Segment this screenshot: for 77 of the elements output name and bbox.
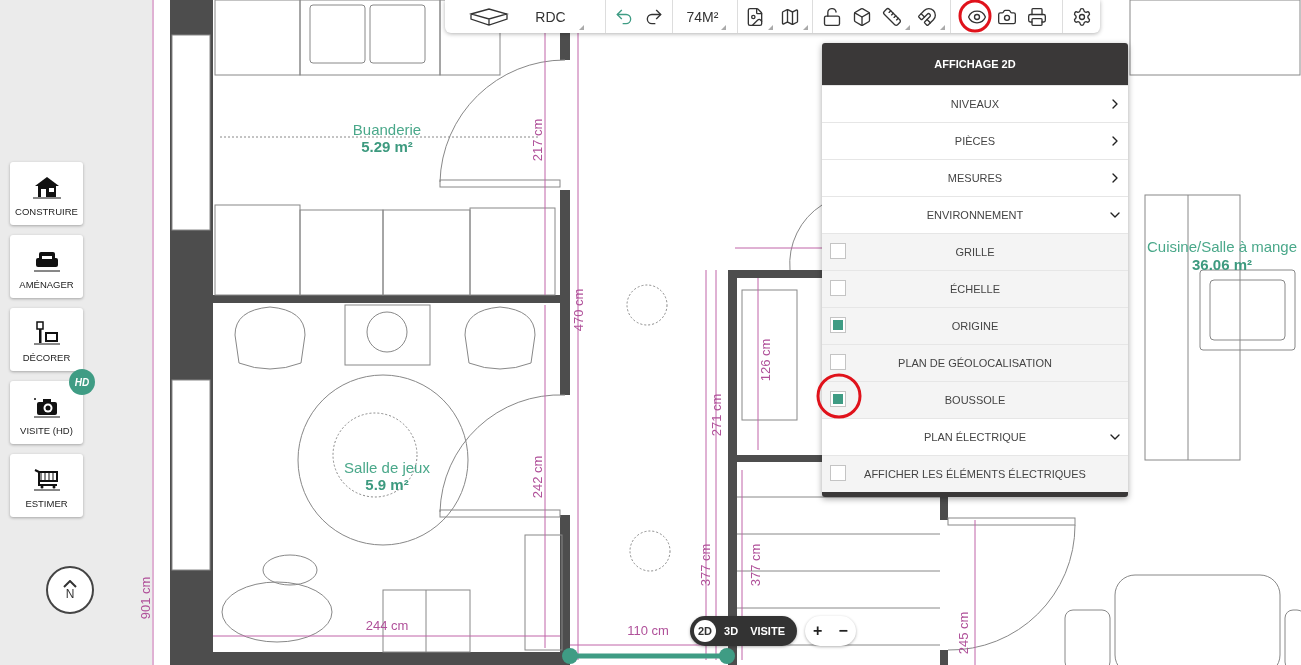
panel-row[interactable]: PLAN ÉLECTRIQUE bbox=[822, 418, 1128, 455]
area-button[interactable]: 74M² bbox=[683, 2, 727, 31]
room-name: Buanderie bbox=[352, 121, 422, 138]
panel-row[interactable]: PIÈCES bbox=[822, 122, 1128, 159]
row-label: NIVEAUX bbox=[950, 98, 1000, 110]
row-label: ÉCHELLE bbox=[949, 283, 1001, 295]
row-label: ENVIRONNEMENT bbox=[926, 209, 1024, 221]
room-name: Cuisine/Salle à mange bbox=[1146, 238, 1298, 255]
row-label: AFFICHER LES ÉLÉMENTS ÉLECTRIQUES bbox=[864, 468, 1086, 480]
settings-icon bbox=[1071, 6, 1092, 27]
dimension-label: 217 cm bbox=[529, 118, 545, 162]
dimension-label: 245 cm bbox=[955, 611, 971, 655]
ruler-icon bbox=[881, 6, 902, 27]
panel-row[interactable]: BOUSSOLE bbox=[822, 381, 1128, 418]
highlight-circle bbox=[815, 372, 863, 420]
printer-icon bbox=[1026, 6, 1047, 27]
dimension-label: 901 cm bbox=[137, 576, 153, 620]
corner-triangle-icon bbox=[904, 24, 910, 30]
sidebar-button[interactable]: AMÉNAGER bbox=[10, 235, 83, 298]
row-label: PLAN DE GÉOLOCALISATION bbox=[898, 357, 1052, 369]
row-label: ORIGINE bbox=[951, 320, 999, 332]
level-button[interactable]: RDC bbox=[466, 2, 584, 31]
zoom-out-button[interactable]: − bbox=[835, 622, 851, 640]
panel-title: AFFICHAGE 2D bbox=[822, 43, 1128, 85]
document-icon bbox=[745, 6, 765, 27]
house-icon bbox=[30, 174, 63, 200]
sidebar-button[interactable]: ESTIMER bbox=[10, 454, 83, 517]
corner-triangle-icon bbox=[578, 24, 584, 30]
panel-row[interactable]: ORIGINE bbox=[822, 307, 1128, 344]
row-label: MESURES bbox=[947, 172, 1003, 184]
zoom-in-button[interactable]: + bbox=[810, 622, 826, 640]
row-label: GRILLE bbox=[955, 246, 995, 258]
dimension-label: 244 cm bbox=[365, 617, 409, 633]
view-tab[interactable]: 2D bbox=[694, 620, 717, 642]
dimension-label: 377 cm bbox=[697, 543, 713, 587]
checkbox[interactable] bbox=[830, 317, 846, 333]
dimension-label: 110 cm bbox=[627, 622, 669, 638]
cube-icon bbox=[851, 6, 872, 27]
compass-label: N bbox=[65, 588, 75, 600]
dimension-label: 470 cm bbox=[570, 288, 586, 332]
checkbox[interactable] bbox=[830, 465, 846, 481]
panel-row[interactable]: AFFICHER LES ÉLÉMENTS ÉLECTRIQUES bbox=[822, 455, 1128, 492]
room-area: 5.9 m² bbox=[365, 476, 409, 493]
sidebar-button[interactable]: DÉCORER bbox=[10, 308, 83, 371]
corner-triangle-icon bbox=[803, 24, 808, 30]
panel-row[interactable]: ENVIRONNEMENT bbox=[822, 196, 1128, 233]
row-label: PLAN ÉLECTRIQUE bbox=[923, 431, 1027, 443]
view-tab[interactable]: VISITE bbox=[746, 620, 789, 642]
unlock-icon bbox=[821, 6, 842, 27]
dimension-label: 377 cm bbox=[747, 543, 763, 587]
corner-triangle-icon bbox=[721, 24, 727, 30]
selected-wall-handle[interactable] bbox=[562, 648, 735, 664]
corner-triangle-icon bbox=[939, 24, 945, 30]
row-label: BOUSSOLE bbox=[944, 394, 1006, 406]
panel-row[interactable]: GRILLE bbox=[822, 233, 1128, 270]
row-label: PIÈCES bbox=[954, 135, 996, 147]
corner-triangle-icon bbox=[768, 24, 773, 30]
panel-row[interactable]: NIVEAUX bbox=[822, 85, 1128, 122]
tray-icon bbox=[469, 6, 510, 27]
dimension-label: 126 cm bbox=[757, 338, 773, 382]
dimension-label: 271 cm bbox=[708, 393, 724, 437]
dimension-label: 242 cm bbox=[529, 455, 545, 499]
checkbox[interactable] bbox=[830, 243, 846, 259]
checkbox[interactable] bbox=[830, 391, 846, 407]
checkbox[interactable] bbox=[830, 280, 846, 296]
view-tab[interactable]: 3D bbox=[720, 620, 743, 642]
panel-row[interactable]: PLAN DE GÉOLOCALISATION bbox=[822, 344, 1128, 381]
room-area: 36.06 m² bbox=[1192, 256, 1252, 273]
room-area: 5.29 m² bbox=[361, 138, 413, 155]
caret-up-icon bbox=[63, 580, 77, 588]
panel-row[interactable]: MESURES bbox=[822, 159, 1128, 196]
magnet-icon bbox=[916, 6, 937, 27]
panel-row[interactable]: ÉCHELLE bbox=[822, 270, 1128, 307]
sidebar-button[interactable]: CONSTRUIRE bbox=[10, 162, 83, 225]
checkbox[interactable] bbox=[830, 354, 846, 370]
room-name: Salle de jeux bbox=[344, 459, 430, 476]
map-icon bbox=[780, 6, 800, 27]
